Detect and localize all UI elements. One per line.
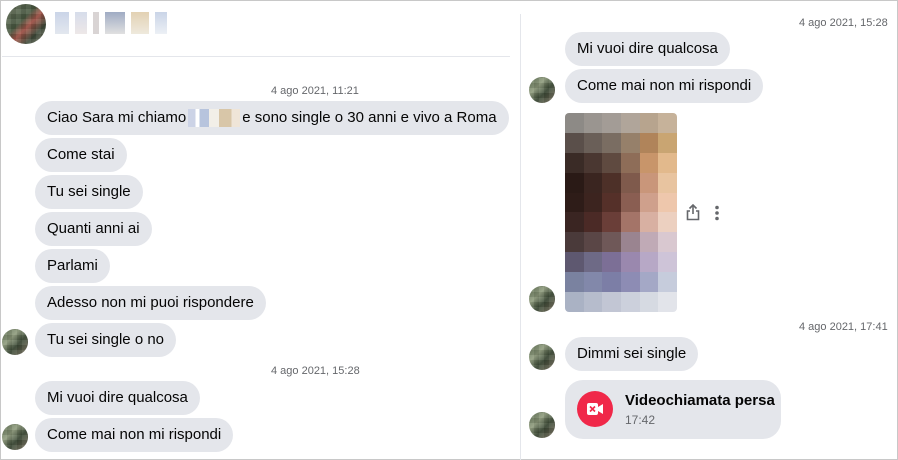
contact-avatar[interactable]	[6, 4, 46, 44]
sender-avatar[interactable]	[529, 412, 555, 438]
sender-avatar[interactable]	[529, 344, 555, 370]
message-bubble[interactable]: Mi vuoi dire qualcosa	[35, 381, 200, 415]
header-divider	[2, 56, 510, 57]
message-bubble[interactable]: Mi vuoi dire qualcosa	[565, 32, 730, 66]
message-bubble[interactable]: Come stai	[35, 138, 127, 172]
redacted-name	[188, 109, 241, 128]
message-bubble[interactable]: Dimmi sei single	[565, 337, 699, 371]
timestamp: 4 ago 2021, 11:21	[271, 85, 359, 97]
missed-video-call-card[interactable]: Videochiamata persa 17:42	[565, 380, 781, 439]
sender-avatar[interactable]	[529, 77, 555, 103]
message-bubble[interactable]: Tu sei single o no	[35, 323, 177, 357]
message-bubble[interactable]: Come mai non mi rispondi	[35, 418, 234, 452]
share-icon[interactable]	[686, 203, 700, 225]
message-bubble[interactable]: Parlami	[35, 249, 110, 283]
message-bubble[interactable]: Ciao Sara mi chiamo e sono single o 30 an…	[35, 101, 509, 135]
message-bubble[interactable]: Adesso non mi puoi rispondere	[35, 286, 266, 320]
message-text: e sono single o 30 anni e vivo a Roma	[242, 109, 497, 126]
call-title: Videochiamata persa	[625, 392, 775, 409]
timestamp: 4 ago 2021, 15:28	[799, 17, 888, 29]
message-bubble[interactable]: Come mai non mi rispondi	[565, 69, 764, 103]
missed-video-call-icon	[577, 391, 613, 427]
call-time: 17:42	[625, 413, 656, 427]
message-text: Ciao Sara mi chiamo	[47, 109, 187, 126]
contact-name-redacted[interactable]	[55, 10, 180, 36]
timestamp: 4 ago 2021, 17:41	[799, 321, 888, 333]
sender-avatar[interactable]	[529, 286, 555, 312]
sender-avatar[interactable]	[2, 329, 28, 355]
pane-divider	[520, 14, 521, 460]
message-bubble[interactable]: Tu sei single	[35, 175, 143, 209]
photo-attachment[interactable]	[565, 113, 677, 312]
message-bubble[interactable]: Quanti anni ai	[35, 212, 152, 246]
sender-avatar[interactable]	[2, 424, 28, 450]
more-options-icon[interactable]	[714, 205, 720, 225]
timestamp: 4 ago 2021, 15:28	[271, 365, 360, 377]
